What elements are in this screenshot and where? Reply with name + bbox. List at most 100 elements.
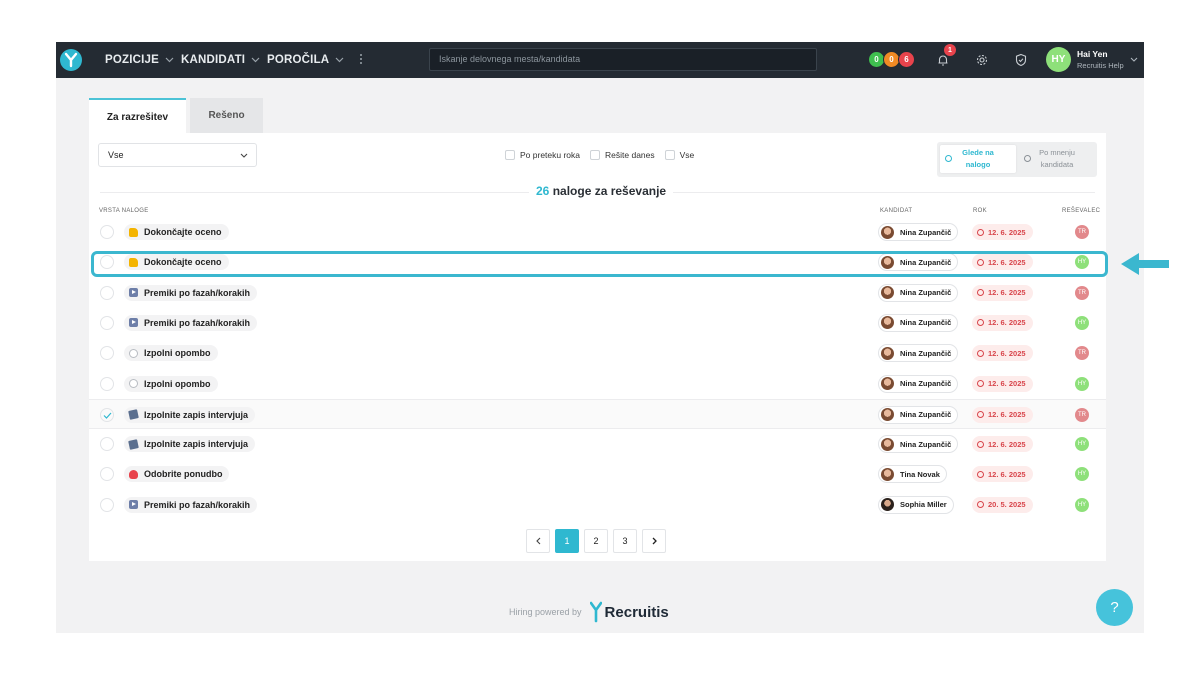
user-avatar[interactable]: HY [1046,47,1071,72]
nav-kandidati-label: KANDIDATI [181,54,246,66]
nav-pozicije[interactable]: POZICIJE [105,42,174,78]
table-row[interactable]: Izpolni opombo Nina Zupančič 12. 6. 2025 TR [89,338,1106,368]
row-complete-checkbox[interactable] [100,376,114,391]
candidate-pill[interactable]: Nina Zupančič [878,435,959,454]
candidate-pill[interactable]: Nina Zupančič [878,405,959,424]
chevron-down-icon[interactable] [1130,57,1138,62]
toggle-by-task[interactable]: Glede na nalogo [940,145,1016,173]
assignee-avatar[interactable]: TR [1075,285,1089,300]
due-date-badge: 12. 6. 2025 [972,375,1033,392]
due-date: 12. 6. 2025 [988,439,1026,449]
column-header-assignee[interactable]: REŠEVALEC [1062,208,1100,214]
help-button[interactable]: ? [1096,589,1133,626]
assignee-avatar[interactable]: TR [1075,407,1089,422]
recruitis-brand-icon [589,601,602,623]
row-complete-checkbox[interactable] [100,225,114,239]
prev-page-button[interactable] [526,529,550,553]
candidate-pill[interactable]: Nina Zupančič [878,313,959,332]
candidate-pill[interactable]: Nina Zupančič [878,283,959,302]
page-button-3[interactable]: 3 [613,529,637,553]
column-header-candidate[interactable]: KANDIDAT [880,208,912,214]
page-button-2[interactable]: 2 [584,529,608,553]
status-counters[interactable]: 0 0 6 [868,51,915,68]
row-complete-checkbox[interactable] [100,315,114,330]
task-type-pill[interactable]: Premiki po fazah/korakih [124,496,258,513]
row-complete-checkbox[interactable] [100,437,114,452]
clock-icon [977,440,984,448]
row-complete-checkbox[interactable] [100,407,114,422]
checkbox-label[interactable]: Vse [680,150,695,160]
gear-icon[interactable] [975,53,989,67]
search-input[interactable]: Iskanje delovnega mesta/kandidata [429,48,817,71]
candidate-photo [881,437,894,451]
counter-red[interactable]: 6 [898,51,915,68]
table-row[interactable]: Premiki po fazah/korakih Nina Zupančič 12.… [89,278,1106,308]
candidate-photo [881,225,894,239]
checkbox-label[interactable]: Po preteku roka [520,150,580,160]
next-page-button[interactable] [642,529,666,553]
candidate-pill[interactable]: Nina Zupančič [878,223,959,241]
candidate-pill[interactable]: Nina Zupančič [878,344,959,363]
target-icon [945,155,952,162]
shield-icon[interactable] [1014,53,1028,67]
column-header-due[interactable]: ROK [973,208,987,214]
task-type-pill[interactable]: Izpolnite zapis intervjuja [124,436,256,453]
row-complete-checkbox[interactable] [100,467,114,482]
task-label: Premiki po fazah/korakih [144,499,251,510]
task-type-pill[interactable]: Izpolni opombo [124,345,218,362]
task-type-pill[interactable]: Izpolni opombo [124,375,218,392]
checkbox-vse[interactable] [664,150,675,160]
checkbox-resite-danes[interactable] [590,150,601,160]
assignee-avatar[interactable]: HY [1075,467,1089,482]
due-date: 12. 6. 2025 [988,410,1026,420]
nav-kandidati[interactable]: KANDIDATI [181,42,260,78]
tab-reseno[interactable]: Rešeno [190,98,263,133]
assignee-avatar[interactable]: HY [1075,315,1089,330]
checkbox-po-preteku-roka[interactable] [505,150,515,160]
user-company[interactable]: Recruitis Help [1077,61,1124,70]
task-type-pill[interactable]: Premiki po fazah/korakih [124,284,258,301]
candidate-pill[interactable]: Tina Novak [878,465,947,484]
tab-za-razresitev[interactable]: Za razrešitev [89,98,186,134]
table-row[interactable]: Premiki po fazah/korakih Nina Zupančič 12.… [89,308,1106,338]
assignee-avatar[interactable]: TR [1075,346,1089,361]
table-row[interactable]: Dokončajte oceno Nina Zupančič 12. 6. 2025… [89,217,1106,247]
task-label: Odobrite ponudbo [144,469,223,480]
candidate-pill[interactable]: Nina Zupančič [878,374,959,393]
toggle-by-candidate[interactable]: Po mnenju kandidata [1019,145,1095,173]
play-icon [129,500,138,510]
row-complete-checkbox[interactable] [100,346,114,361]
user-name[interactable]: Hai Yen [1077,49,1108,59]
clock-icon [977,411,984,419]
candidate-pill[interactable]: Sophia Miller [878,495,954,514]
table-row[interactable]: Izpolnite zapis intervjuja Nina Zupančič 1… [89,429,1106,459]
candidate-photo [881,316,894,330]
assignee-avatar[interactable]: HY [1075,376,1089,391]
checkbox-label[interactable]: Rešite danes [605,150,655,160]
assignee-avatar[interactable]: TR [1075,225,1089,239]
more-menu-icon[interactable] [359,54,363,66]
table-row[interactable]: Izpolni opombo Nina Zupančič 12. 6. 2025 HY [89,369,1106,399]
nav-porocila[interactable]: POROČILA [267,42,344,78]
recruitis-logo-icon[interactable] [60,49,82,71]
speech-bubble-icon [129,348,138,358]
table-row[interactable]: Premiki po fazah/korakih Sophia Miller 20.… [89,490,1106,520]
candidate-name: Nina Zupančič [900,318,952,328]
row-complete-checkbox[interactable] [100,285,114,300]
assignee-avatar[interactable]: HY [1075,497,1089,512]
task-type-pill[interactable]: Dokončajte oceno [124,224,229,240]
note-icon [128,409,139,421]
candidate-photo [881,408,894,422]
task-type-pill[interactable]: Odobrite ponudbo [124,466,230,483]
due-date: 12. 6. 2025 [988,227,1026,237]
assignee-avatar[interactable]: HY [1075,437,1089,452]
table-row[interactable]: Odobrite ponudbo Tina Novak 12. 6. 2025 HY [89,459,1106,489]
table-row[interactable]: Izpolnite zapis intervjuja Nina Zupančič 1… [89,398,1106,429]
page-button-1[interactable]: 1 [555,529,579,553]
due-date-badge: 12. 6. 2025 [972,436,1033,453]
task-filter-select[interactable]: Vse [98,143,257,167]
column-header-task-type[interactable]: VRSTA NALOGE [99,208,149,214]
task-type-pill[interactable]: Premiki po fazah/korakih [124,314,258,331]
row-complete-checkbox[interactable] [100,497,114,512]
task-type-pill[interactable]: Izpolnite zapis intervjuja [124,406,256,423]
